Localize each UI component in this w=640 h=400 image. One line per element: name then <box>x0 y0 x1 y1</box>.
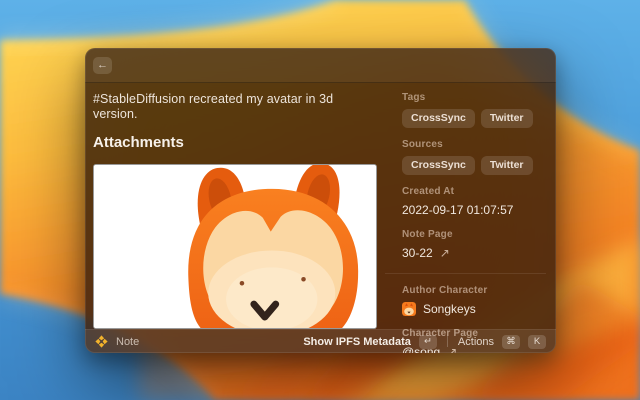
entity-type-label: Note <box>116 336 139 348</box>
tags-row: CrossSync Twitter <box>402 109 546 128</box>
tag-chip-twitter[interactable]: Twitter <box>481 109 533 128</box>
sidebar-divider <box>385 273 546 274</box>
author-character-link[interactable]: Songkeys <box>402 302 546 316</box>
footer-divider <box>447 336 448 347</box>
author-avatar-icon <box>402 302 416 316</box>
author-character-text: Songkeys <box>423 302 476 316</box>
crossbell-diamond-icon <box>95 335 108 348</box>
note-detail-window: ← #StableDiffusion recreated my avatar i… <box>85 48 556 353</box>
author-avatar <box>402 302 416 316</box>
external-link-icon: ↗ <box>440 246 450 260</box>
note-page-text: 30-22 <box>402 246 433 260</box>
squirrel-avatar-image <box>94 165 376 328</box>
created-at-value: 2022-09-17 01:07:57 <box>402 203 546 217</box>
back-arrow-icon: ← <box>97 57 108 74</box>
source-chip-crosssync[interactable]: CrossSync <box>402 156 475 175</box>
footer-bar: Note Show IPFS Metadata ↵ Actions ⌘ K <box>85 329 556 353</box>
sources-label: Sources <box>402 139 546 151</box>
note-page-link[interactable]: 30-22 ↗ <box>402 246 546 260</box>
window-content: #StableDiffusion recreated my avatar in … <box>85 83 556 329</box>
note-metadata-sidebar: Tags CrossSync Twitter Sources CrossSync… <box>385 83 556 329</box>
author-character-label: Author Character <box>402 285 546 297</box>
tags-label: Tags <box>402 92 546 104</box>
back-button[interactable]: ← <box>93 57 112 74</box>
k-keycap[interactable]: K <box>528 335 546 349</box>
attachments-heading: Attachments <box>93 134 377 152</box>
note-main-column: #StableDiffusion recreated my avatar in … <box>85 83 385 329</box>
tag-chip-crosssync[interactable]: CrossSync <box>402 109 475 128</box>
attachment-image[interactable] <box>93 164 377 329</box>
note-title: #StableDiffusion recreated my avatar in … <box>93 92 377 122</box>
actions-button[interactable]: Actions <box>458 336 494 348</box>
cmd-keycap[interactable]: ⌘ <box>502 335 520 349</box>
enter-keycap[interactable]: ↵ <box>419 335 437 349</box>
crossbell-diamond-icon-svg <box>95 335 108 348</box>
sources-row: CrossSync Twitter <box>402 156 546 175</box>
created-at-text: 2022-09-17 01:07:57 <box>402 203 513 217</box>
created-at-label: Created At <box>402 186 546 198</box>
source-chip-twitter[interactable]: Twitter <box>481 156 533 175</box>
window-header: ← <box>85 48 556 83</box>
show-ipfs-metadata-button[interactable]: Show IPFS Metadata <box>303 336 411 348</box>
note-page-label: Note Page <box>402 229 546 241</box>
